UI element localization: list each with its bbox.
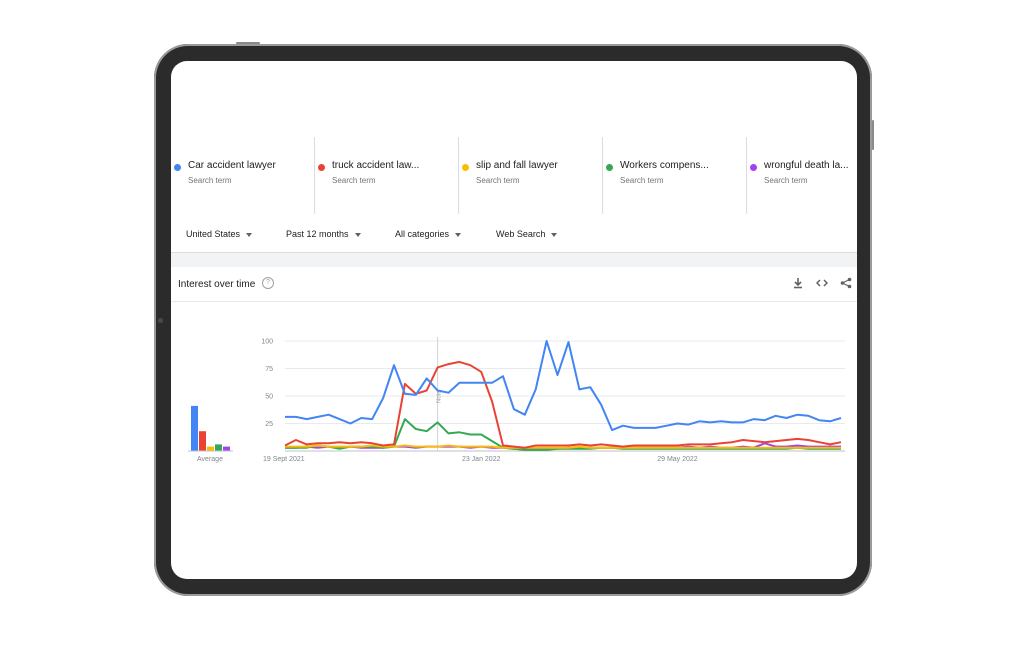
term-type: Search term bbox=[188, 176, 232, 185]
x-tick-label: 29 May 2022 bbox=[657, 456, 698, 463]
region-value: United States bbox=[186, 229, 241, 239]
y-tick-label: 25 bbox=[265, 421, 273, 428]
term-type: Search term bbox=[476, 176, 520, 185]
term-name: Workers compens... bbox=[620, 160, 709, 171]
term-type: Search term bbox=[764, 176, 808, 185]
series-line[interactable] bbox=[285, 340, 842, 432]
search-term-card[interactable]: Car accident lawyer Search term bbox=[171, 137, 315, 214]
caret-down-icon bbox=[246, 232, 253, 237]
search-terms-bar: Car accident lawyer Search term truck ac… bbox=[171, 137, 857, 215]
term-type: Search term bbox=[620, 176, 664, 185]
section-gap bbox=[171, 253, 857, 267]
term-color-dot bbox=[318, 164, 325, 171]
y-tick-label: 75 bbox=[265, 366, 273, 373]
filters-bar: United States Past 12 months All categor… bbox=[171, 214, 857, 253]
average-bar bbox=[215, 444, 222, 451]
camera-icon bbox=[158, 318, 163, 323]
screen: Car accident lawyer Search term truck ac… bbox=[171, 61, 857, 579]
category-dropdown[interactable]: All categories bbox=[395, 229, 462, 239]
search-term-card[interactable]: slip and fall lawyer Search term bbox=[459, 137, 603, 214]
series-line[interactable] bbox=[284, 360, 842, 449]
term-name: wrongful death la... bbox=[764, 160, 849, 171]
average-bar bbox=[223, 446, 230, 451]
interest-card-header: Interest over time ? bbox=[171, 267, 857, 302]
term-color-dot bbox=[750, 164, 757, 171]
search-type-value: Web Search bbox=[496, 229, 546, 239]
x-tick-label: 23 Jan 2022 bbox=[462, 456, 501, 463]
y-tick-label: 100 bbox=[261, 339, 273, 346]
caret-down-icon bbox=[354, 232, 361, 237]
term-name: Car accident lawyer bbox=[188, 160, 276, 171]
term-name: truck accident law... bbox=[332, 160, 420, 171]
x-tick-label: 19 Sept 2021 bbox=[263, 456, 305, 463]
term-color-dot bbox=[174, 164, 181, 171]
y-tick-label: 50 bbox=[265, 394, 273, 401]
download-icon[interactable] bbox=[791, 277, 805, 291]
time-range-dropdown[interactable]: Past 12 months bbox=[286, 229, 361, 239]
help-icon[interactable]: ? bbox=[262, 277, 274, 289]
term-color-dot bbox=[462, 164, 469, 171]
share-icon[interactable] bbox=[839, 277, 853, 291]
term-color-dot bbox=[606, 164, 613, 171]
search-term-card[interactable]: wrongful death la... Search term bbox=[747, 137, 857, 214]
time-range-value: Past 12 months bbox=[286, 229, 349, 239]
caret-down-icon bbox=[455, 232, 462, 237]
term-name: slip and fall lawyer bbox=[476, 160, 558, 171]
tablet-side-button bbox=[872, 120, 874, 150]
tablet-top-button bbox=[236, 42, 260, 44]
caret-down-icon bbox=[551, 232, 558, 237]
average-label: Average bbox=[197, 456, 223, 463]
card-title: Interest over time bbox=[178, 279, 256, 290]
interest-over-time-chart[interactable]: 100755025Note19 Sept 2021 23 Jan 2022 29 M… bbox=[171, 301, 857, 471]
search-term-card[interactable]: Workers compens... Search term bbox=[603, 137, 747, 214]
average-bar bbox=[199, 431, 206, 451]
region-dropdown[interactable]: United States bbox=[186, 229, 253, 239]
term-type: Search term bbox=[332, 176, 376, 185]
average-bar bbox=[191, 405, 198, 451]
category-value: All categories bbox=[395, 229, 450, 239]
search-type-dropdown[interactable]: Web Search bbox=[496, 229, 558, 239]
search-term-card[interactable]: truck accident law... Search term bbox=[315, 137, 459, 214]
average-bar bbox=[207, 446, 214, 451]
embed-icon[interactable] bbox=[815, 277, 829, 291]
